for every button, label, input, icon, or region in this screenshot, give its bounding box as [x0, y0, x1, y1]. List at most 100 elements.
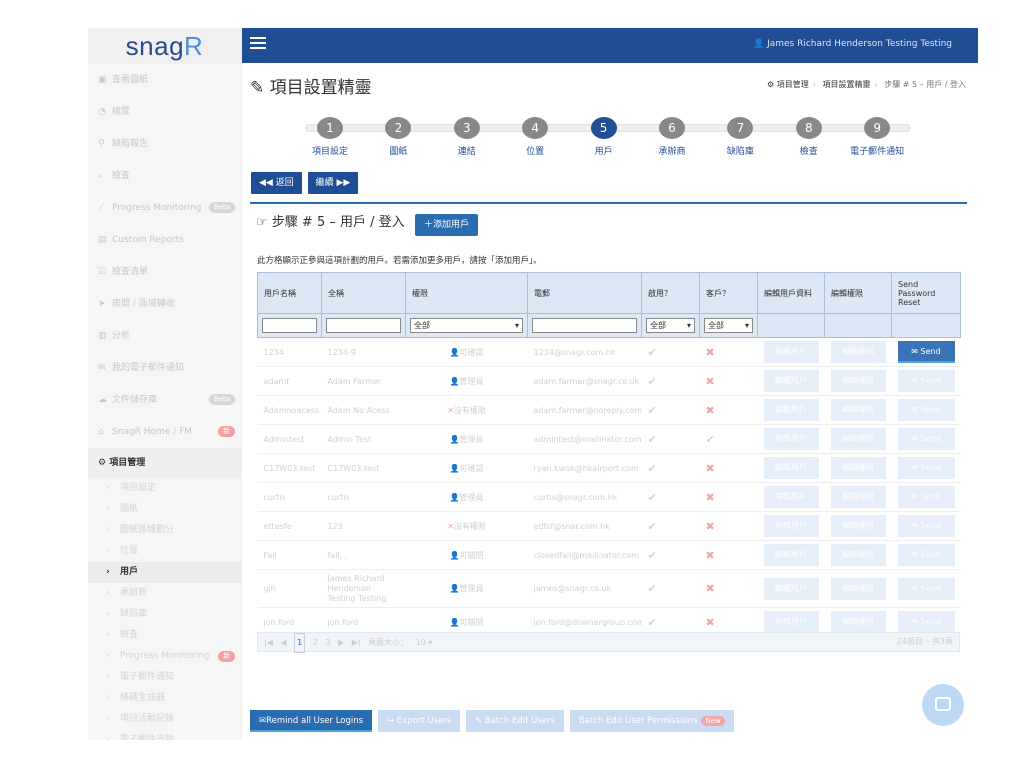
- sidebar-subitem-2[interactable]: › 圖紙區域劃分: [88, 520, 241, 541]
- sidebar-item-1[interactable]: ◔ 總覽: [88, 96, 241, 128]
- table-row[interactable]: adamf Adam Farmer 👤管理員 adam.farmer@snagr.co…: [257, 366, 961, 396]
- page-2-button[interactable]: 2: [313, 634, 318, 652]
- column-header[interactable]: 用戶名稱: [257, 272, 322, 314]
- send-reset-button[interactable]: ✉ Send: [897, 457, 955, 479]
- sidebar-item-0[interactable]: ▣ 查看圖紙: [88, 64, 241, 96]
- continue-button[interactable]: 繼續 ▶▶: [307, 172, 359, 194]
- table-row[interactable]: gjh James Richard Henderson Testing Testi…: [257, 569, 961, 608]
- page-size-select[interactable]: 10 ▾: [416, 634, 433, 652]
- wizard-step-5[interactable]: 5 用戶: [574, 117, 634, 157]
- edit-permission-button[interactable]: 編輯權限: [830, 486, 886, 508]
- edit-user-button[interactable]: 編輯用戶: [763, 486, 819, 508]
- column-header[interactable]: 全稱: [321, 272, 406, 314]
- page-1-button[interactable]: 1: [294, 633, 306, 653]
- remind-all-button[interactable]: ✉Remind all User Logins: [250, 710, 373, 732]
- sidebar-subitem-5[interactable]: › 承辦商: [88, 583, 241, 604]
- sidebar-section-project-management[interactable]: ⚙ 項目管理: [88, 448, 241, 478]
- column-header[interactable]: 電郵: [527, 272, 642, 314]
- sidebar-subitem-10[interactable]: › 條碼生成器: [88, 688, 241, 709]
- column-header[interactable]: Send Password Reset: [891, 272, 961, 314]
- sidebar-item-9[interactable]: ✉ 我的電子郵件通知: [88, 352, 241, 384]
- edit-user-button[interactable]: 編輯用戶: [763, 370, 819, 392]
- breadcrumb-link-setup-wizard[interactable]: 項目設置精靈: [823, 80, 871, 89]
- sidebar-subitem-6[interactable]: › 缺陷庫: [88, 604, 241, 625]
- table-row[interactable]: curtis curtis 👤管理員 curtis@snagr.com.hk ✔ ✖ 編輯用…: [257, 482, 961, 512]
- next-page-button[interactable]: ▶: [338, 634, 344, 652]
- sidebar-item-11[interactable]: ⌂ SnagR Home / FM 新: [88, 416, 241, 448]
- sidebar-item-2[interactable]: ⚲ 缺陷報告: [88, 128, 241, 160]
- edit-permission-button[interactable]: 編輯權限: [830, 515, 886, 537]
- send-reset-button[interactable]: ✉ Send: [897, 341, 955, 363]
- send-reset-button[interactable]: ✉ Send: [897, 428, 955, 450]
- sidebar-item-5[interactable]: ▤ Custom Reports: [88, 224, 241, 256]
- wizard-step-7[interactable]: 7 缺陷庫: [710, 117, 770, 157]
- email-filter-input[interactable]: [532, 318, 637, 333]
- back-button[interactable]: ◀◀ 返回: [251, 172, 302, 194]
- prev-page-button[interactable]: ◀: [280, 634, 286, 652]
- wizard-step-1[interactable]: 1 項目設定: [300, 117, 360, 157]
- sidebar-subitem-12[interactable]: › 電子郵件追蹤: [88, 730, 241, 740]
- edit-user-button[interactable]: 編輯用戶: [763, 341, 819, 363]
- client-filter-select[interactable]: 全部 ▾: [704, 318, 753, 333]
- send-reset-button[interactable]: ✉ Send: [897, 611, 955, 633]
- sidebar-item-6[interactable]: ☑ 檢查清單: [88, 256, 241, 288]
- edit-permission-button[interactable]: 編輯權限: [830, 341, 886, 363]
- batch-edit-users-button[interactable]: ✎ Batch Edit Users: [466, 710, 564, 732]
- sidebar-item-8[interactable]: ▥ 分析: [88, 320, 241, 352]
- send-reset-button[interactable]: ✉ Send: [897, 515, 955, 537]
- permission-filter-select[interactable]: 全部 ▾: [410, 318, 523, 333]
- sidebar-item-10[interactable]: ☁ 文件儲存庫 Beta: [88, 384, 241, 416]
- breadcrumb-link-project-management[interactable]: 項目管理: [777, 80, 809, 89]
- edit-permission-button[interactable]: 編輯權限: [830, 577, 886, 600]
- sidebar-subitem-0[interactable]: › 項目設定: [88, 478, 241, 499]
- sidebar-subitem-8[interactable]: › Progress Monitoring 新: [88, 646, 241, 667]
- column-header[interactable]: 編輯權限: [824, 272, 892, 314]
- batch-edit-permissions-button[interactable]: Batch Edit User Permissions New: [569, 710, 734, 732]
- table-row[interactable]: Admintest Admin Test 👤管理員 admintest@mailina…: [257, 424, 961, 454]
- export-users-button[interactable]: ↪ Export Users: [377, 710, 461, 732]
- edit-permission-button[interactable]: 編輯權限: [830, 457, 886, 479]
- hamburger-menu-icon[interactable]: [250, 37, 266, 51]
- sidebar-subitem-11[interactable]: › 項目活動記錄: [88, 709, 241, 730]
- edit-user-button[interactable]: 編輯用戶: [763, 611, 819, 633]
- column-header[interactable]: 啟用？: [641, 272, 700, 314]
- wizard-step-4[interactable]: 4 位置: [505, 117, 565, 157]
- send-reset-button[interactable]: ✉ Send: [897, 577, 955, 600]
- sidebar-item-7[interactable]: ➤ 房間 / 區域轉收: [88, 288, 241, 320]
- sidebar-subitem-4[interactable]: › 用戶: [88, 562, 241, 583]
- table-row[interactable]: Adamnoacess Adam No Acess ✕沒有權限 adam.farmer…: [257, 395, 961, 425]
- chat-widget-button[interactable]: [922, 684, 964, 726]
- edit-user-button[interactable]: 編輯用戶: [763, 399, 819, 421]
- edit-user-button[interactable]: 編輯用戶: [763, 544, 819, 566]
- wizard-step-6[interactable]: 6 承辦商: [642, 117, 702, 157]
- sidebar-subitem-7[interactable]: › 檢查: [88, 625, 241, 646]
- edit-permission-button[interactable]: 編輯權限: [830, 399, 886, 421]
- page-3-button[interactable]: 3: [325, 634, 330, 652]
- edit-permission-button[interactable]: 編輯權限: [830, 611, 886, 633]
- enabled-filter-select[interactable]: 全部 ▾: [646, 318, 695, 333]
- sidebar-subitem-3[interactable]: › 位置: [88, 541, 241, 562]
- edit-user-button[interactable]: 編輯用戶: [763, 457, 819, 479]
- send-reset-button[interactable]: ✉ Send: [897, 544, 955, 566]
- edit-permission-button[interactable]: 編輯權限: [830, 544, 886, 566]
- wizard-step-8[interactable]: 8 檢查: [779, 117, 839, 157]
- column-header[interactable]: 權限: [405, 272, 528, 314]
- sidebar-item-3[interactable]: ⌕ 檢查: [88, 160, 241, 192]
- table-row[interactable]: 1234 1234-9 👤可確認 1234@snagr.com.hk ✔ ✖ 編輯用戶 編輯權…: [257, 337, 961, 367]
- sidebar-subitem-1[interactable]: › 圖紙: [88, 499, 241, 520]
- fullname-filter-input[interactable]: [326, 318, 401, 333]
- edit-user-button[interactable]: 編輯用戶: [763, 577, 819, 600]
- last-page-button[interactable]: ▶|: [352, 634, 361, 652]
- send-reset-button[interactable]: ✉ Send: [897, 370, 955, 392]
- column-header[interactable]: 客戶？: [699, 272, 758, 314]
- first-page-button[interactable]: |◀: [264, 634, 273, 652]
- edit-user-button[interactable]: 編輯用戶: [763, 428, 819, 450]
- table-row[interactable]: C17W03.test C17W03.test 👤可確認 ryan.kwok@hkai…: [257, 453, 961, 483]
- column-header[interactable]: 編輯用戶資料: [757, 272, 825, 314]
- table-row[interactable]: Fail fail, , 👤可關閉 closedfail@mailinator.com…: [257, 540, 961, 570]
- user-menu[interactable]: 👤 James Richard Henderson Testing Testin…: [753, 39, 952, 49]
- sidebar-item-4[interactable]: ⟋ Progress Monitoring Beta: [88, 192, 241, 224]
- username-filter-input[interactable]: [262, 318, 317, 333]
- sidebar-subitem-9[interactable]: › 電子郵件通知: [88, 667, 241, 688]
- add-user-button[interactable]: ＋添加用戶: [415, 214, 479, 236]
